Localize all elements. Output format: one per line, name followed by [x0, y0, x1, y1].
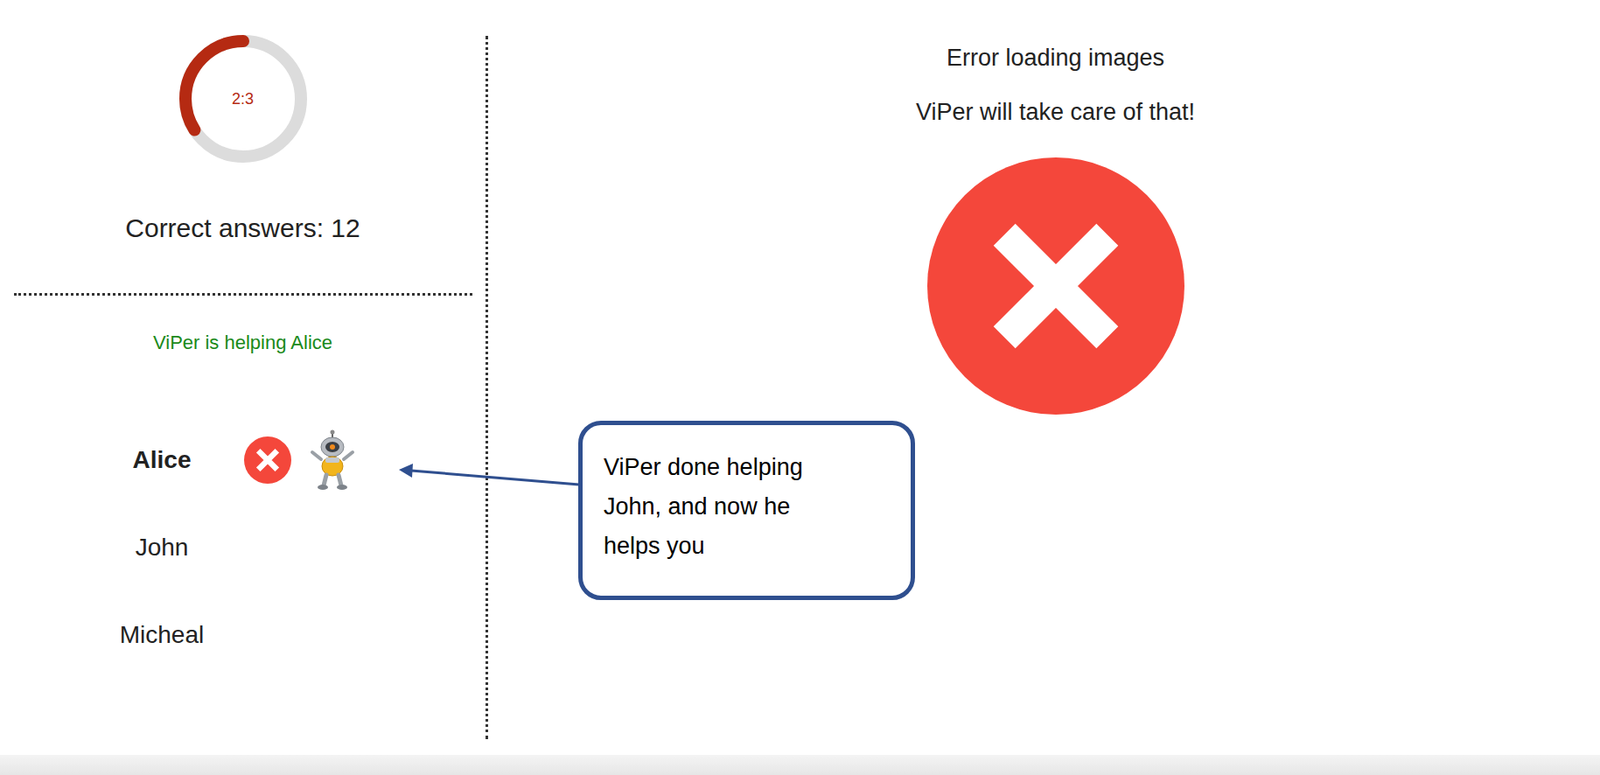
helper-status: ViPer is helping Alice [153, 330, 333, 356]
main-area: 2:3 Correct answers: 12 ViPer is helping A… [0, 0, 1600, 755]
player-name: Alice [100, 441, 224, 479]
timer-reading: 2:3 [178, 34, 308, 164]
player-list: Alice John Micheal [0, 425, 486, 671]
timer: 2:3 [178, 34, 308, 164]
error-icon [927, 157, 1185, 415]
message-line: Error loading images [946, 43, 1165, 72]
message-line: ViPer will take care of that! [915, 97, 1195, 126]
side-panel: 2:3 Correct answers: 12 ViPer is helping A… [0, 0, 486, 755]
content-panel: Error loading images ViPer will take care… [488, 0, 1600, 755]
player-name: Micheal [100, 616, 224, 654]
player-name: John [100, 529, 224, 566]
quiz-page: 2:3 Correct answers: 12 ViPer is helping A… [0, 0, 1600, 775]
robot-icon [308, 429, 357, 491]
divider-line [13, 293, 473, 296]
error-icon [927, 157, 1185, 415]
player-row: Alice [0, 425, 486, 496]
arrow-icon [393, 454, 582, 499]
error-icon [244, 436, 292, 484]
player-icons [244, 429, 357, 491]
player-row: John [0, 512, 486, 583]
divider-line [485, 35, 489, 740]
score-label: Correct answers: 12 [125, 212, 360, 245]
player-row: Micheal [0, 600, 486, 671]
bottom-bar [0, 754, 1600, 775]
callout: ViPer done helping John, and now he help… [578, 420, 916, 601]
